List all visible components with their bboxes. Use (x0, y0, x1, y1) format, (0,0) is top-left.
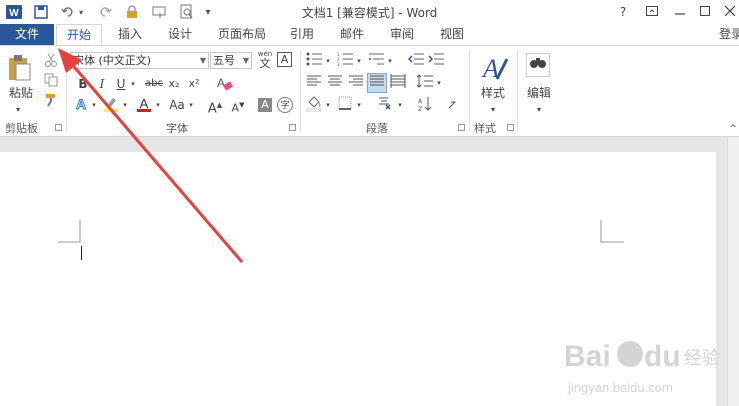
svg-text:du: du (644, 340, 681, 373)
svg-text:Bai: Bai (564, 340, 611, 373)
baidu-watermark: Bai du 经验 jingyan.baidu.com (560, 330, 730, 400)
svg-text:经验: 经验 (684, 348, 720, 369)
svg-text:jingyan.baidu.com: jingyan.baidu.com (567, 380, 673, 395)
